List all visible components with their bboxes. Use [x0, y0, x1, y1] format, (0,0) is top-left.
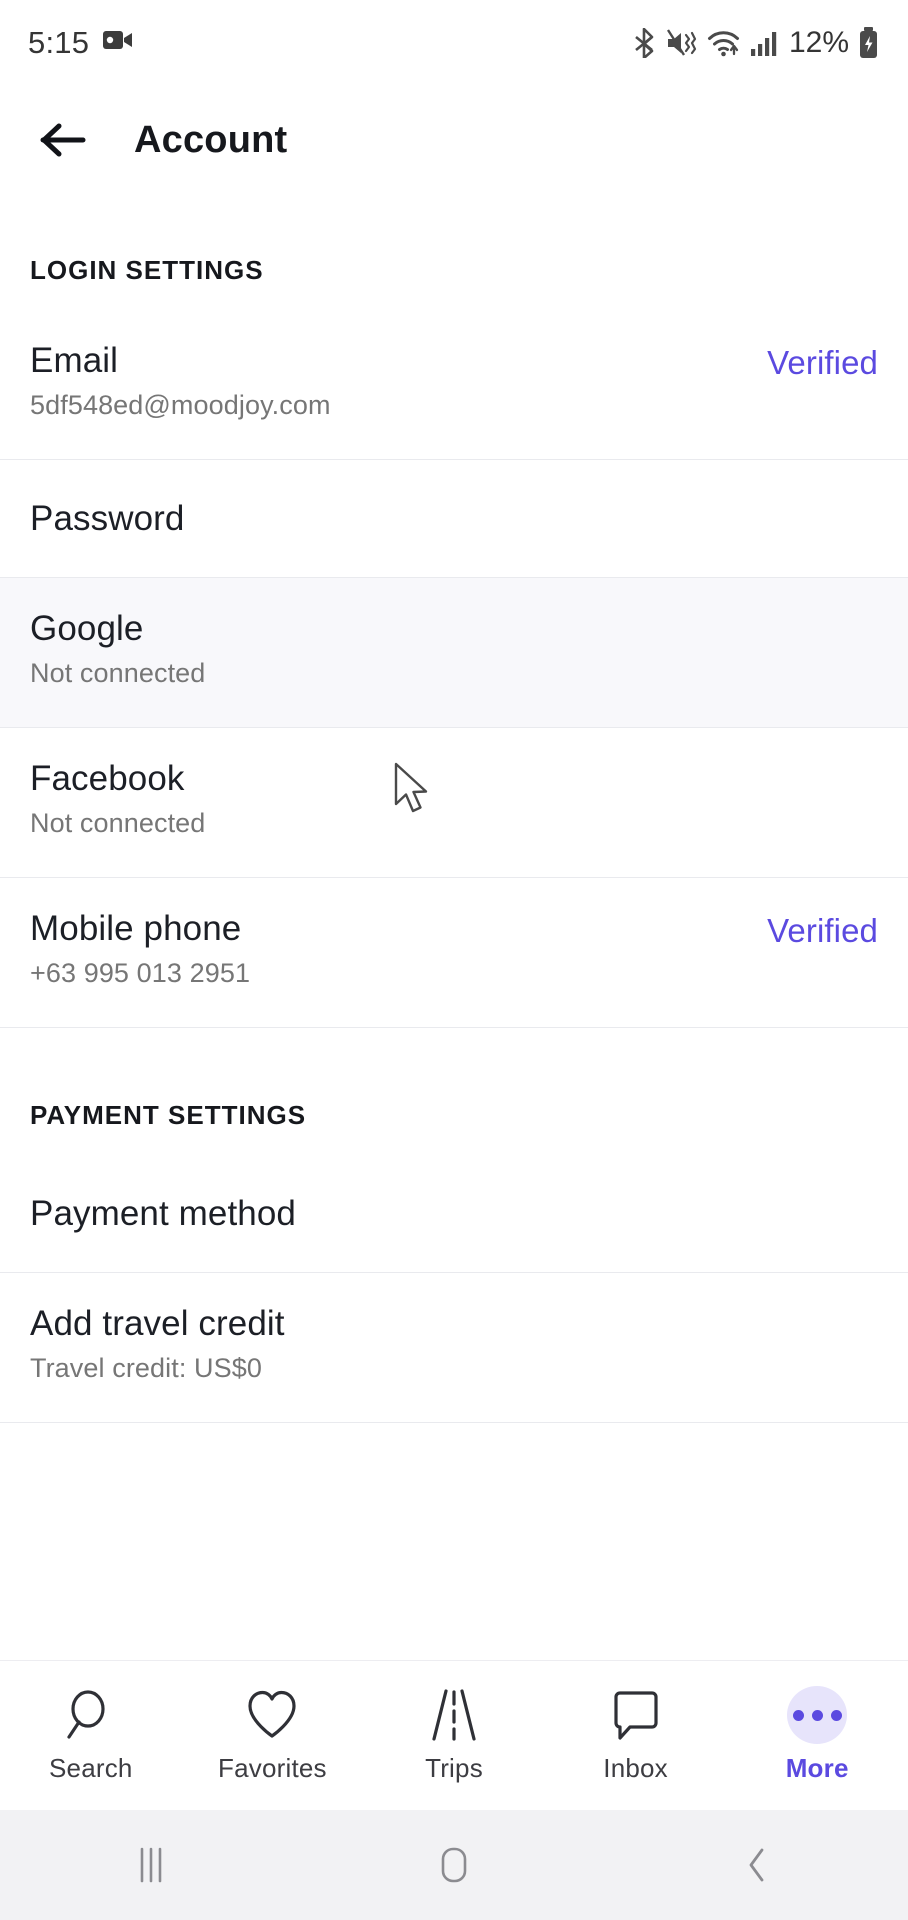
back-button[interactable] [30, 107, 96, 173]
tab-search[interactable]: Search [0, 1661, 182, 1810]
row-texts: Email 5df548ed@moodjoy.com [30, 340, 767, 422]
section-header-login: LOGIN SETTINGS [30, 255, 264, 285]
more-dot [792, 1709, 804, 1721]
wifi-icon [707, 29, 741, 57]
row-texts: Payment method [30, 1193, 878, 1234]
tab-trips[interactable]: Trips [363, 1661, 545, 1810]
row-title: Facebook [30, 759, 185, 798]
row-title: Add travel credit [30, 1304, 285, 1343]
system-navigation-bar [0, 1810, 908, 1920]
tab-label: Trips [425, 1753, 483, 1783]
tab-favorites[interactable]: Favorites [182, 1661, 364, 1810]
bottom-tab-bar: Search Favorites Trips Inbox More [0, 1660, 908, 1810]
row-password[interactable]: Password [0, 460, 908, 578]
more-badge [787, 1686, 848, 1744]
row-texts: Facebook Not connected [30, 758, 878, 840]
row-title: Payment method [30, 1193, 296, 1233]
mute-vibrate-icon [666, 28, 698, 58]
row-mobile-phone[interactable]: Mobile phone +63 995 013 2951 Verified [0, 878, 908, 1028]
tab-label: Inbox [603, 1753, 668, 1783]
row-title: Email [30, 341, 119, 380]
search-icon [66, 1687, 116, 1743]
status-badge: Verified [767, 912, 878, 949]
tab-more[interactable]: More [726, 1661, 908, 1810]
row-title: Google [30, 609, 144, 648]
battery-percent-label: 12% [788, 25, 849, 59]
row-texts: Mobile phone +63 995 013 2951 [30, 908, 767, 990]
more-dot [811, 1709, 823, 1721]
back-chevron-icon [749, 1848, 764, 1882]
back-arrow-icon [40, 123, 86, 157]
section-header-payment: PAYMENT SETTINGS [30, 1100, 307, 1130]
home-icon [441, 1847, 467, 1883]
phone-screen: 5:15 12% Account LOGIN SETTINGS Email 5d… [0, 0, 908, 1920]
tab-label: Search [49, 1753, 133, 1783]
bluetooth-icon [633, 27, 657, 58]
status-bar-left: 5:15 [28, 25, 133, 61]
page-title: Account [134, 118, 288, 161]
row-subtitle: Not connected [30, 658, 206, 689]
row-subtitle: Not connected [30, 808, 206, 839]
row-texts: Google Not connected [30, 608, 878, 690]
row-texts: Password [30, 498, 878, 539]
video-camera-icon [103, 29, 133, 56]
recents-icon [141, 1847, 162, 1883]
tab-label: Favorites [218, 1753, 327, 1783]
row-email[interactable]: Email 5df548ed@moodjoy.com Verified [0, 310, 908, 460]
road-icon [429, 1687, 479, 1743]
tab-inbox[interactable]: Inbox [545, 1661, 727, 1810]
tab-label: More [785, 1753, 849, 1783]
row-add-travel-credit[interactable]: Add travel credit Travel credit: US$0 [0, 1273, 908, 1423]
row-google[interactable]: Google Not connected [0, 578, 908, 728]
status-bar: 5:15 12% [0, 0, 908, 85]
status-badge: Verified [767, 344, 878, 381]
recents-button[interactable] [0, 1810, 303, 1920]
more-dot [830, 1709, 842, 1721]
status-bar-right: 12% [633, 26, 880, 60]
home-button[interactable] [303, 1810, 606, 1920]
back-button-system[interactable] [605, 1810, 908, 1920]
row-title: Password [30, 498, 185, 538]
more-dots-icon [787, 1686, 848, 1744]
row-subtitle: Travel credit: US$0 [30, 1353, 262, 1384]
status-bar-clock: 5:15 [28, 24, 90, 60]
row-texts: Add travel credit Travel credit: US$0 [30, 1303, 878, 1385]
battery-charging-icon [858, 26, 880, 59]
row-subtitle: 5df548ed@moodjoy.com [30, 390, 331, 421]
app-bar: Account [0, 85, 908, 195]
chat-bubble-icon [610, 1687, 662, 1743]
row-facebook[interactable]: Facebook Not connected [0, 728, 908, 878]
settings-list: LOGIN SETTINGS Email 5df548ed@moodjoy.co… [0, 195, 908, 1660]
row-subtitle: +63 995 013 2951 [30, 958, 251, 989]
row-title: Mobile phone [30, 909, 242, 948]
row-payment-method[interactable]: Payment method [0, 1155, 908, 1273]
heart-icon [245, 1687, 299, 1743]
cellular-signal-icon [750, 29, 778, 57]
